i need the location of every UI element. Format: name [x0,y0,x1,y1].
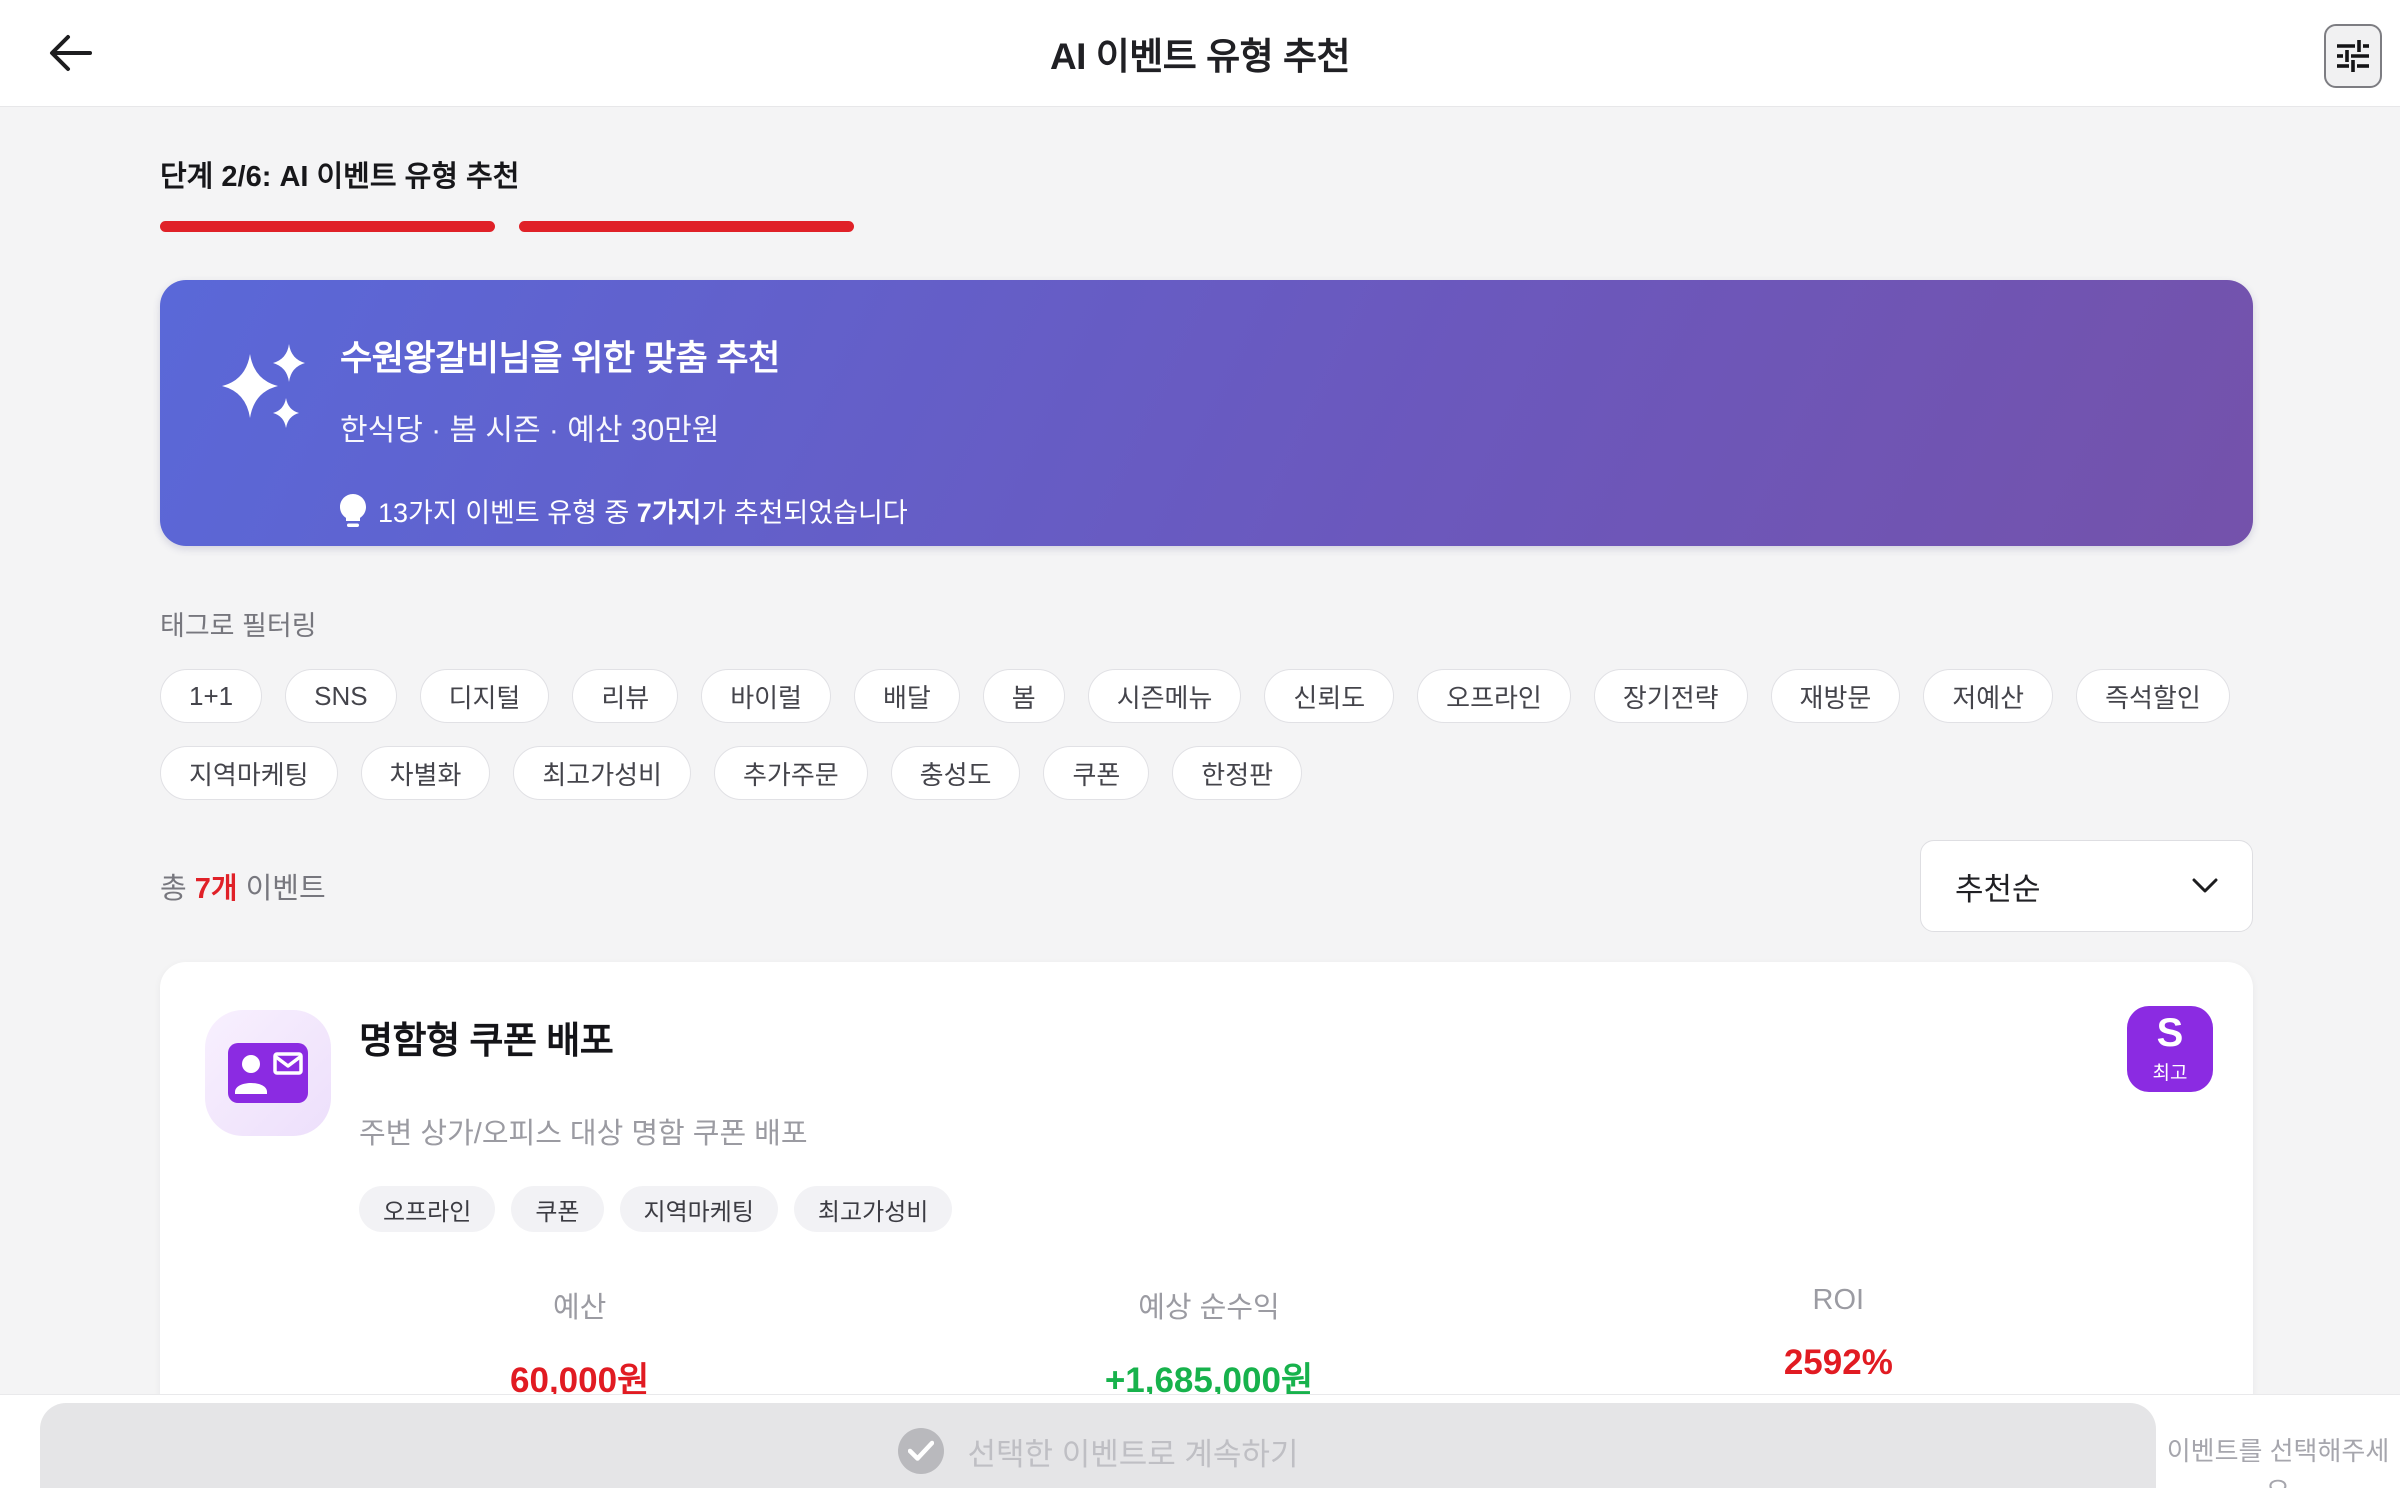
main-content: 단계 2/6: AI 이벤트 유형 추천 수원왕갈비님을 위한 맞춤 추천 한식… [160,107,2253,1488]
filter-tag[interactable]: 즉석할인 [2076,669,2230,723]
grade-letter: S [2156,1011,2184,1055]
filter-tag[interactable]: 차별화 [360,746,491,800]
back-button[interactable] [38,21,102,85]
bottom-bar: 선택한 이벤트로 계속하기 이벤트를 선택해주세요 [0,1395,2400,1488]
continue-button[interactable]: 선택한 이벤트로 계속하기 [40,1403,2156,1488]
filter-tag[interactable]: 시즌메뉴 [1087,669,1242,723]
filter-tag[interactable]: 배달 [853,669,960,723]
progress-bars [160,221,2253,232]
header: AI 이벤트 유형 추천 [0,0,2400,107]
filter-tag[interactable]: 바이럴 [701,669,831,723]
results-row: 총 7개 이벤트 추천순 [160,840,2253,932]
tune-sliders-icon [2335,36,2371,76]
event-stats: 예산 60,000원 예상 순수익 +1,685,000원 ROI 2592% [205,1284,2213,1403]
progress-bar-segment [519,221,854,232]
banner-info: 13가지 이벤트 유형 중 7가지가 추천되었습니다 [340,491,908,530]
banner-title: 수원왕갈비님을 위한 맞춤 추천 [340,339,780,378]
check-circle-icon [897,1428,944,1474]
filter-tag[interactable]: 봄 [982,669,1065,723]
results-count-number: 7개 [194,873,238,905]
recommendation-banner: 수원왕갈비님을 위한 맞춤 추천 한식당 · 봄 시즌 · 예산 30만원 13… [160,280,2253,546]
event-title: 명함형 쿠폰 배포 [359,1020,614,1061]
filter-tag[interactable]: 쿠폰 [1043,746,1150,800]
chevron-down-icon [2192,878,2218,894]
stat-budget: 예산 60,000원 [510,1292,650,1400]
banner-text: 수원왕갈비님을 위한 맞춤 추천 한식당 · 봄 시즌 · 예산 30만원 13… [340,330,908,530]
event-tag: 최고가성비 [793,1186,953,1232]
filter-settings-button[interactable] [2324,24,2382,88]
stat-roi: ROI 2592% [1783,1284,1893,1382]
filter-tag[interactable]: 리뷰 [572,669,679,723]
banner-subtitle: 한식당 · 봄 시즌 · 예산 30만원 [340,414,720,447]
filter-tag[interactable]: SNS [285,669,397,723]
banner-info-text: 13가지 이벤트 유형 중 7가지가 추천되었습니다 [378,498,908,528]
contact-card-icon [205,1010,331,1136]
filter-tag[interactable]: 저예산 [1923,669,2054,723]
stat-expected-profit: 예상 순수익 +1,685,000원 [1104,1292,1314,1400]
event-tags: 오프라인 쿠폰 지역마케팅 최고가성비 [359,1186,953,1232]
filter-tag[interactable]: 오프라인 [1417,669,1571,723]
sparkles-icon [216,336,320,440]
results-count: 총 7개 이벤트 [160,873,326,905]
sort-dropdown[interactable]: 추천순 [1920,840,2253,932]
filter-tag[interactable]: 1+1 [160,669,263,723]
page-title: AI 이벤트 유형 추천 [1049,36,1351,77]
event-tag: 지역마케팅 [619,1186,778,1232]
filter-tag[interactable]: 지역마케팅 [160,746,338,800]
event-card-head: 명함형 쿠폰 배포 주변 상가/오피스 대상 명함 쿠폰 배포 오프라인 쿠폰 … [205,1006,2213,1232]
event-tag: 오프라인 [359,1186,496,1232]
event-description: 주변 상가/오피스 대상 명함 쿠폰 배포 [359,1118,808,1150]
filter-tag[interactable]: 신뢰도 [1264,669,1395,723]
filter-tag-list: 1+1 SNS 디지털 리뷰 바이럴 배달 봄 시즌메뉴 신뢰도 오프라인 장기… [160,669,2253,800]
continue-button-label: 선택한 이벤트로 계속하기 [967,1436,1299,1472]
selection-hint: 이벤트를 선택해주세요 [2166,1436,2390,1488]
filter-tag[interactable]: 충성도 [890,746,1021,800]
event-tag: 쿠폰 [511,1186,604,1232]
filter-tag[interactable]: 최고가성비 [513,746,691,800]
filter-tag[interactable]: 한정판 [1172,746,1303,800]
filter-tag[interactable]: 추가주문 [713,746,868,800]
sort-dropdown-value: 추천순 [1955,871,2041,907]
grade-badge: S 최고 [2127,1006,2213,1092]
filter-label: 태그로 필터링 [160,611,317,641]
arrow-left-icon [44,29,96,77]
filter-tag[interactable]: 장기전략 [1593,669,1748,723]
lightbulb-icon [340,493,366,528]
filter-tag[interactable]: 재방문 [1770,669,1901,723]
progress-bar-segment [160,221,495,232]
event-card-text: 명함형 쿠폰 배포 주변 상가/오피스 대상 명함 쿠폰 배포 오프라인 쿠폰 … [359,1010,953,1232]
grade-caption: 최고 [2152,1063,2188,1084]
step-label: 단계 2/6: AI 이벤트 유형 추천 [160,161,520,193]
filter-tag[interactable]: 디지털 [419,669,550,723]
